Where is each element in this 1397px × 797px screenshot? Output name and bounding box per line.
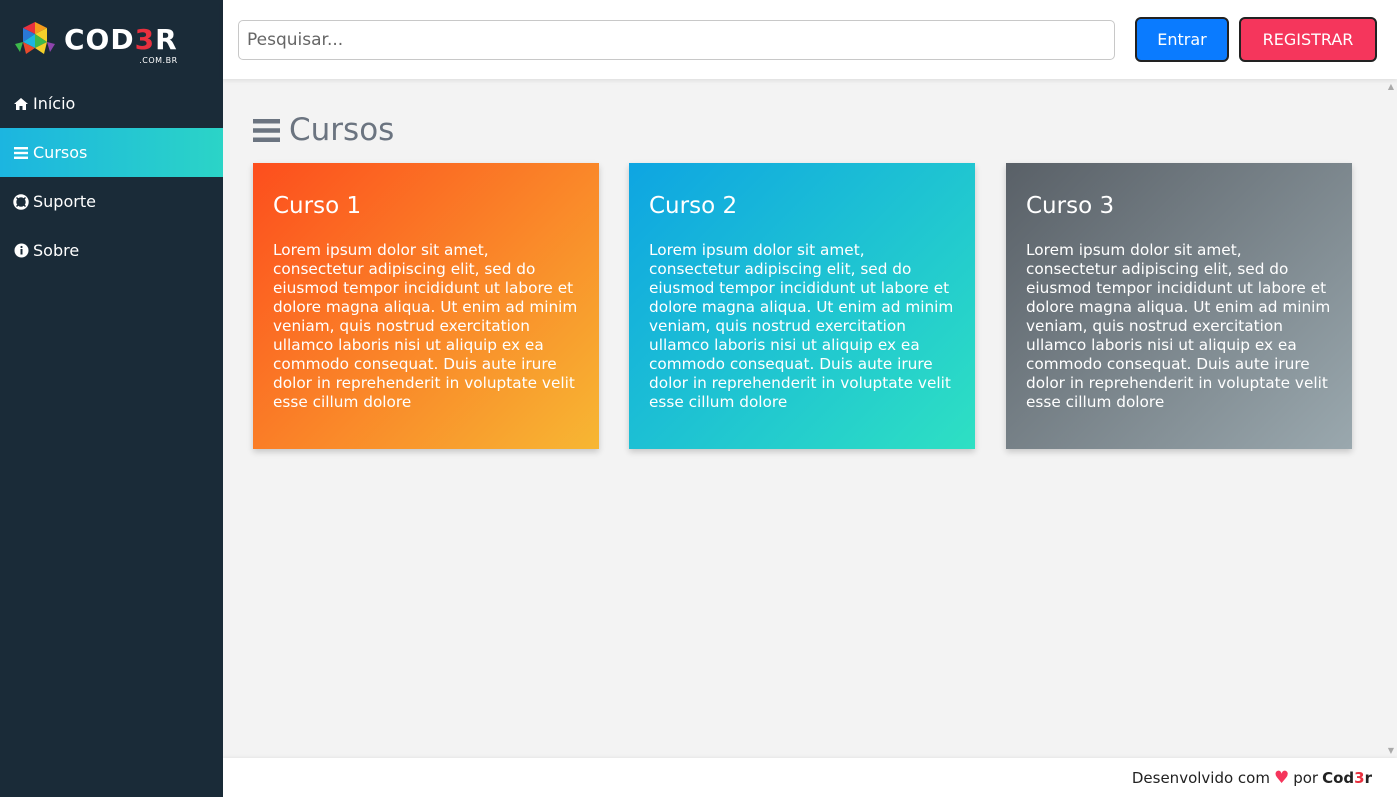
course-card-text: Lorem ipsum dolor sit amet, consectetur … bbox=[273, 241, 578, 411]
sidebar-item-inicio[interactable]: Início bbox=[0, 79, 223, 128]
scroll-up-icon[interactable]: ▲ bbox=[1388, 82, 1394, 91]
sidebar-item-suporte[interactable]: Suporte bbox=[0, 177, 223, 226]
course-card-title: Curso 2 bbox=[649, 193, 738, 219]
sidebar-item-label: Cursos bbox=[33, 143, 88, 162]
sidebar-item-label: Início bbox=[33, 94, 76, 113]
life-ring-icon bbox=[13, 193, 29, 210]
footer-by: por bbox=[1293, 768, 1319, 787]
heart-icon: ♥ bbox=[1273, 767, 1290, 788]
header: Entrar REGISTRAR bbox=[223, 0, 1397, 79]
search-input[interactable] bbox=[238, 19, 1115, 60]
info-circle-icon bbox=[13, 243, 29, 259]
logo[interactable]: COD3R .COM.BR bbox=[0, 0, 223, 79]
content-scrollbar[interactable]: ▲ ▼ bbox=[1383, 79, 1397, 758]
register-button[interactable]: REGISTRAR bbox=[1239, 17, 1377, 62]
login-button[interactable]: Entrar bbox=[1135, 17, 1229, 62]
sidebar-item-label: Sobre bbox=[33, 241, 80, 260]
sidebar-item-cursos[interactable]: Cursos bbox=[0, 128, 223, 177]
bars-icon bbox=[253, 118, 280, 142]
sidebar: Início Cursos Suporte Sobre bbox=[0, 79, 223, 797]
footer: Desenvolvido com ♥ por Cod3r bbox=[223, 758, 1397, 797]
course-card-2[interactable]: Curso 2 Lorem ipsum dolor sit amet, cons… bbox=[629, 163, 975, 449]
sidebar-item-sobre[interactable]: Sobre bbox=[0, 226, 223, 275]
page-title-text: Cursos bbox=[289, 112, 395, 148]
sidebar-item-label: Suporte bbox=[33, 192, 96, 211]
scroll-down-icon[interactable]: ▼ bbox=[1388, 746, 1394, 755]
course-card-1[interactable]: Curso 1 Lorem ipsum dolor sit amet, cons… bbox=[253, 163, 599, 449]
course-card-text: Lorem ipsum dolor sit amet, consectetur … bbox=[1026, 241, 1331, 411]
course-card-title: Curso 1 bbox=[273, 193, 362, 219]
logo-subtitle: .COM.BR bbox=[139, 55, 178, 65]
cod3r-logo-icon bbox=[15, 21, 55, 54]
footer-brand[interactable]: Cod3r bbox=[1322, 769, 1372, 787]
course-card-title: Curso 3 bbox=[1026, 193, 1115, 219]
page-title: Cursos bbox=[253, 112, 394, 148]
logo-text: COD3R .COM.BR bbox=[64, 22, 178, 65]
home-icon bbox=[13, 96, 29, 112]
course-card-3[interactable]: Curso 3 Lorem ipsum dolor sit amet, cons… bbox=[1006, 163, 1352, 449]
footer-prefix: Desenvolvido com bbox=[1131, 768, 1270, 787]
bars-icon bbox=[13, 145, 29, 161]
main-content: Cursos Curso 1 Lorem ipsum dolor sit ame… bbox=[223, 79, 1397, 758]
course-card-text: Lorem ipsum dolor sit amet, consectetur … bbox=[649, 241, 954, 411]
